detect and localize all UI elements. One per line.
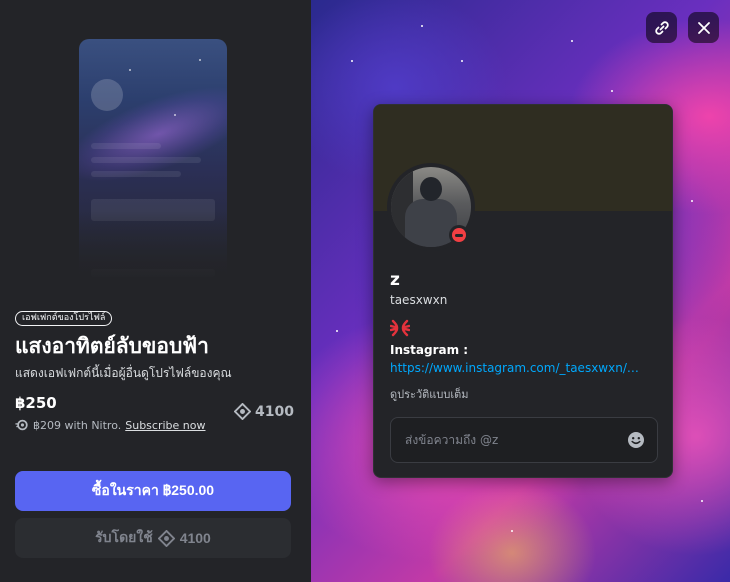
star [571, 40, 573, 42]
item-type-tag: เอฟเฟกต์ของโปรไฟล์ [15, 311, 113, 326]
avatar-figure-body [405, 199, 457, 247]
profile-preview-background: z taesxwxn Instagram : https://www.insta… [311, 0, 730, 582]
emoji-icon[interactable] [627, 431, 645, 449]
buy-button[interactable]: ซื้อในราคา ฿250.00 [15, 471, 291, 511]
preview-avatar [91, 79, 123, 111]
item-title: แสงอาทิตย์ลับขอบฟ้า [15, 334, 209, 358]
bio-label: Instagram : [390, 343, 469, 357]
avatar[interactable] [387, 163, 475, 251]
shop-item-panel: เอฟเฟกต์ของโปรไฟล์ แสงอาทิตย์ลับขอบฟ้า แ… [0, 0, 311, 582]
star [336, 330, 338, 332]
nitro-icon [15, 419, 28, 431]
star [461, 60, 463, 62]
avatar-figure-head [420, 177, 442, 201]
username: taesxwxn [390, 293, 448, 307]
orbs-price-value: 4100 [255, 403, 294, 420]
star [511, 530, 513, 532]
preview-star [129, 69, 131, 71]
display-name: z [390, 270, 400, 290]
profile-card: z taesxwxn Instagram : https://www.insta… [373, 104, 673, 478]
orbs-price: 4100 [234, 403, 294, 420]
item-description: แสดงเอฟเฟกต์นี้เมื่อผู้อื่นดูโปรไฟล์ของค… [15, 366, 232, 380]
subscribe-now-link[interactable]: Subscribe now [125, 419, 205, 432]
effect-preview-card [79, 39, 227, 281]
orb-icon [234, 403, 251, 420]
link-icon [654, 20, 669, 35]
message-box[interactable] [390, 417, 658, 463]
star [611, 90, 613, 92]
close-icon [697, 21, 710, 34]
view-full-profile-link[interactable]: ดูประวัติแบบเต็ม [390, 385, 468, 403]
nitro-price-row: ฿209 with Nitro. Subscribe now [15, 418, 206, 432]
redeem-with-orbs-button[interactable]: รับโดยใช้ 4100 [15, 518, 291, 558]
item-price: ฿250 [15, 394, 57, 412]
preview-fade [79, 211, 227, 281]
preview-line [91, 143, 161, 149]
preview-star [199, 59, 201, 61]
message-input[interactable] [405, 433, 627, 447]
star [421, 25, 423, 27]
star [701, 500, 703, 502]
redeem-orbs-value: 4100 [179, 530, 211, 546]
anger-symbol-icon [390, 319, 410, 337]
instagram-link[interactable]: https://www.instagram.com/_taesxwxn/… [390, 361, 650, 375]
star [691, 200, 693, 202]
orb-icon [157, 529, 175, 547]
dnd-status-icon [449, 225, 469, 245]
close-button[interactable] [688, 12, 719, 43]
star [351, 60, 353, 62]
preview-star [174, 114, 176, 116]
preview-line [91, 157, 201, 163]
redeem-label: รับโดยใช้ [95, 529, 153, 545]
nitro-price: ฿209 with Nitro. [33, 418, 122, 432]
preview-line [91, 171, 181, 177]
copy-link-button[interactable] [646, 12, 677, 43]
